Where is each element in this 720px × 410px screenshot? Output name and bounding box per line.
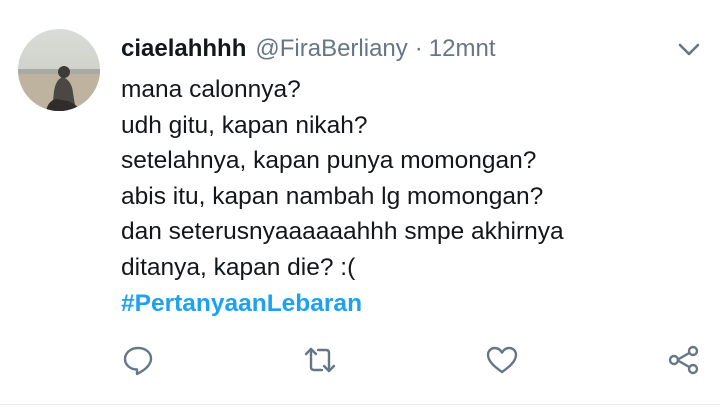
tweet-text-line: abis itu, kapan nambah lg momongan? [121,182,544,210]
separator-dot: · [414,35,423,62]
user-handle[interactable]: @FiraBerliany [255,35,407,62]
share-button[interactable] [667,343,701,377]
reply-button[interactable] [121,343,155,377]
timestamp[interactable]: 12mnt [429,35,496,62]
tweet-text-line: mana calonnya? [121,76,301,103]
tweet-text-line: setelahnya, kapan punya momongan? [121,147,537,175]
divider [0,404,720,405]
heart-icon [486,346,518,374]
tweet-text-line: ditanya, kapan die? :( [121,253,356,281]
share-icon [668,345,699,375]
display-name[interactable]: ciaelahhhh [121,35,246,62]
chevron-down-icon[interactable] [674,38,704,62]
reply-icon [123,346,153,376]
like-button[interactable] [485,343,519,377]
retweet-icon [304,347,336,373]
avatar[interactable] [18,29,100,111]
tweet-text: mana calonnya? udh gitu, kapan nikah? se… [121,72,564,321]
tweet-text-line: dan seterusnyaaaaaahhh smpe akhirnya [121,218,564,246]
tweet-header: ciaelahhhh @FiraBerliany · 12mnt [121,34,495,64]
hashtag-link[interactable]: #PertanyaanLebaran [121,286,564,322]
retweet-button[interactable] [303,343,337,377]
avatar-image [18,29,100,111]
tweet-text-line: udh gitu, kapan nikah? [121,111,368,139]
